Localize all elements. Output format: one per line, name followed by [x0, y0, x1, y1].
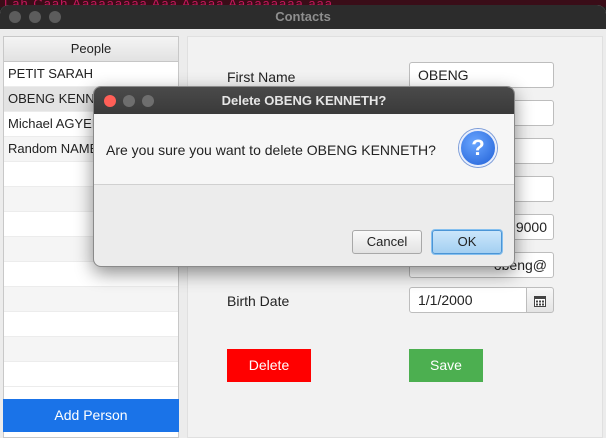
ok-button[interactable]: OK [432, 230, 502, 254]
zoom-window-button[interactable] [49, 11, 61, 23]
empty-row [4, 362, 178, 387]
close-window-button[interactable] [9, 11, 21, 23]
first-name-field[interactable]: OBENG [409, 62, 554, 88]
dialog-minimize-button [123, 95, 135, 107]
calendar-icon [534, 295, 546, 307]
window-title: Contacts [275, 9, 331, 24]
list-item[interactable]: PETIT SARAH [4, 62, 178, 87]
dialog-title: Delete OBENG KENNETH? [221, 93, 387, 108]
save-button[interactable]: Save [409, 349, 483, 382]
minimize-window-button[interactable] [29, 11, 41, 23]
dialog-header: Are you sure you want to delete OBENG KE… [94, 114, 514, 185]
dialog-zoom-button [142, 95, 154, 107]
dialog-close-button[interactable] [104, 95, 116, 107]
birth-date-label: Birth Date [227, 293, 290, 309]
birth-date-field[interactable]: 1/1/2000 [409, 287, 527, 313]
delete-confirm-dialog: Delete OBENG KENNETH? Are you sure you w… [93, 86, 515, 267]
people-column-header[interactable]: People [4, 37, 178, 62]
question-icon: ? [459, 129, 497, 167]
delete-button[interactable]: Delete [227, 349, 311, 382]
date-picker-button[interactable] [526, 287, 554, 313]
empty-row [4, 337, 178, 362]
empty-row [4, 312, 178, 337]
first-name-label: First Name [227, 69, 296, 85]
empty-row [4, 287, 178, 312]
add-person-button[interactable]: Add Person [3, 399, 179, 432]
dialog-message: Are you sure you want to delete OBENG KE… [106, 142, 436, 158]
cancel-button[interactable]: Cancel [352, 230, 422, 254]
dialog-titlebar: Delete OBENG KENNETH? [94, 87, 514, 114]
window-titlebar: Contacts [0, 5, 606, 29]
